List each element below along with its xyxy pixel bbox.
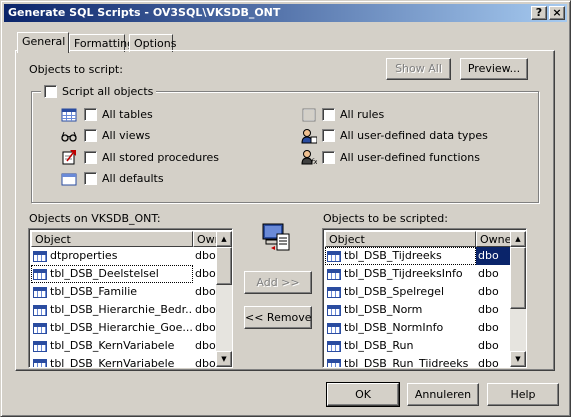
title-bar[interactable]: Generate SQL Scripts - OV3SQL\VKSDB_ONT … xyxy=(4,4,567,22)
tab-general-label: General xyxy=(22,35,66,48)
close-button[interactable]: × xyxy=(549,6,565,20)
help-title-button[interactable]: ? xyxy=(531,6,547,20)
generate-sql-scripts-dialog: Generate SQL Scripts - OV3SQL\VKSDB_ONT … xyxy=(0,0,571,417)
window-title: Generate SQL Scripts - OV3SQL\VKSDB_ONT xyxy=(8,6,281,19)
general-tab-panel xyxy=(15,50,555,371)
tab-general[interactable]: General xyxy=(17,32,69,53)
ok-button[interactable]: OK xyxy=(326,382,400,407)
cancel-button[interactable]: Annuleren xyxy=(407,383,479,406)
help-button[interactable]: Help xyxy=(487,383,559,406)
tab-options-label: Options xyxy=(134,37,177,50)
tab-formatting-label: Formatting xyxy=(74,37,135,50)
